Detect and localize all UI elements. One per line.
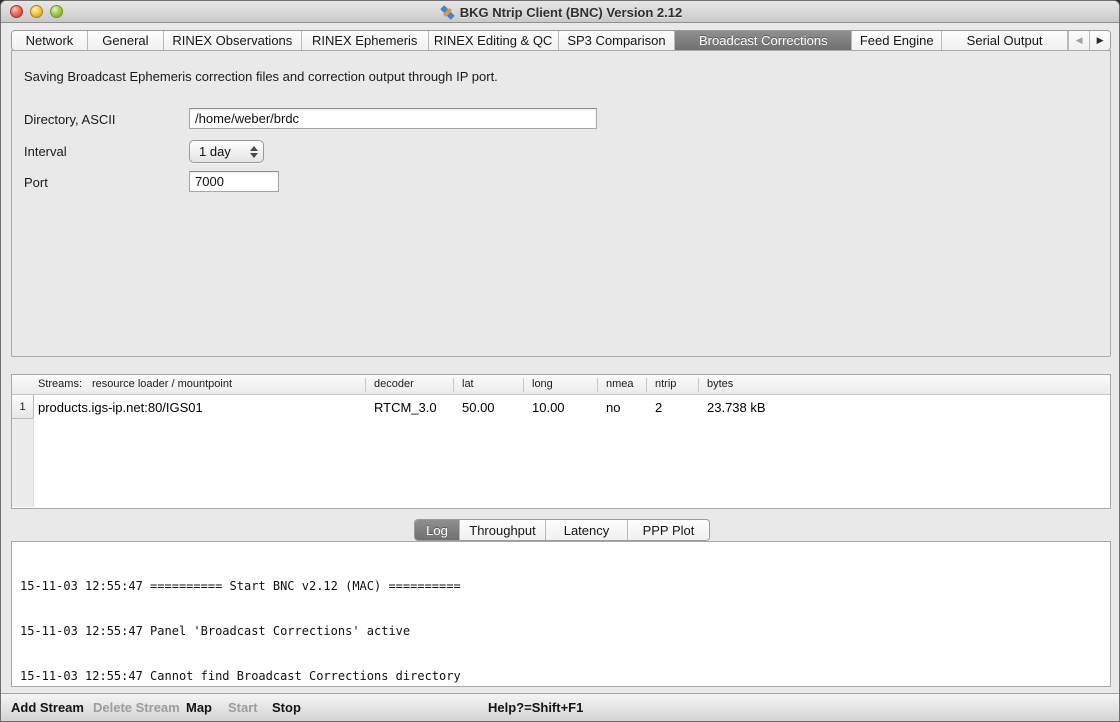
header-lat: lat (462, 378, 474, 390)
header-separator (365, 378, 366, 392)
streams-table: Streams: resource loader / mountpoint de… (11, 374, 1111, 509)
tab-latency[interactable]: Latency (545, 520, 627, 540)
interval-selected-value: 1 day (190, 144, 246, 159)
app-icon (440, 5, 455, 20)
delete-stream-button[interactable]: Delete Stream (93, 694, 180, 721)
tab-network[interactable]: Network (12, 31, 87, 50)
header-bytes: bytes (707, 378, 733, 390)
header-separator (523, 378, 524, 392)
header-ntrip: ntrip (655, 378, 676, 390)
dropdown-stepper-icon (246, 146, 263, 158)
header-long: long (532, 378, 553, 390)
row-number: 1 (12, 395, 34, 419)
header-separator (646, 378, 647, 392)
map-button[interactable]: Map (186, 694, 212, 721)
header-separator (698, 378, 699, 392)
directory-label: Directory, ASCII (24, 112, 116, 127)
streams-table-header: Streams: resource loader / mountpoint de… (12, 375, 1110, 395)
port-input[interactable] (189, 171, 279, 192)
table-row[interactable]: products.igs-ip.net:80/IGS01 RTCM_3.0 50… (12, 395, 1110, 419)
header-streams-label: Streams: (38, 378, 82, 390)
cell-decoder: RTCM_3.0 (374, 400, 437, 415)
tab-rinex-editing-qc[interactable]: RINEX Editing & QC (428, 31, 558, 50)
tab-rinex-observations[interactable]: RINEX Observations (163, 31, 301, 50)
tab-sp3-comparison[interactable]: SP3 Comparison (558, 31, 675, 50)
tab-scroll-left-icon[interactable]: ◀ (1068, 31, 1089, 50)
cell-bytes: 23.738 kB (707, 400, 766, 415)
log-line: 15-11-03 12:55:47 ========== Start BNC v… (20, 579, 1102, 594)
header-decoder: decoder (374, 378, 414, 390)
cell-ntrip: 2 (655, 400, 662, 415)
cell-long: 10.00 (532, 400, 565, 415)
log-tab-bar: Log Throughput Latency PPP Plot (414, 519, 710, 541)
add-stream-button[interactable]: Add Stream (11, 694, 84, 721)
title-wrap: BKG Ntrip Client (BNC) Version 2.12 (1, 1, 1120, 23)
row-header-strip (12, 419, 34, 507)
start-button[interactable]: Start (228, 694, 258, 721)
tab-rinex-ephemeris[interactable]: RINEX Ephemeris (301, 31, 428, 50)
panel-description: Saving Broadcast Ephemeris correction fi… (24, 69, 498, 84)
interval-label: Interval (24, 144, 67, 159)
port-label: Port (24, 175, 48, 190)
help-hint: Help?=Shift+F1 (488, 694, 583, 721)
window-title: BKG Ntrip Client (BNC) Version 2.12 (460, 5, 682, 20)
cell-nmea: no (606, 400, 620, 415)
log-line: 15-11-03 12:55:47 Cannot find Broadcast … (20, 669, 1102, 684)
title-bar[interactable]: BKG Ntrip Client (BNC) Version 2.12 (1, 1, 1120, 23)
log-line: 15-11-03 12:55:47 Panel 'Broadcast Corre… (20, 624, 1102, 639)
header-separator (597, 378, 598, 392)
tab-scroll-right-icon[interactable]: ▶ (1089, 31, 1110, 50)
tab-general[interactable]: General (87, 31, 163, 50)
stop-button[interactable]: Stop (272, 694, 301, 721)
tab-log[interactable]: Log (415, 520, 459, 540)
cell-mountpoint: products.igs-ip.net:80/IGS01 (38, 400, 203, 415)
interval-select[interactable]: 1 day (189, 140, 264, 163)
bottom-toolbar: Add Stream Delete Stream Map Start Stop … (1, 693, 1120, 721)
header-mountpoint: resource loader / mountpoint (92, 378, 232, 390)
tab-throughput[interactable]: Throughput (459, 520, 545, 540)
tab-ppp-plot[interactable]: PPP Plot (627, 520, 709, 540)
app-window: BKG Ntrip Client (BNC) Version 2.12 Netw… (0, 0, 1120, 722)
main-tab-bar: Network General RINEX Observations RINEX… (11, 30, 1111, 51)
header-separator (453, 378, 454, 392)
directory-input[interactable] (189, 108, 597, 129)
header-nmea: nmea (606, 378, 634, 390)
tab-broadcast-corrections[interactable]: Broadcast Corrections (674, 31, 851, 50)
tab-feed-engine[interactable]: Feed Engine (851, 31, 941, 50)
tab-serial-output[interactable]: Serial Output (941, 31, 1067, 50)
log-output[interactable]: 15-11-03 12:55:47 ========== Start BNC v… (11, 541, 1111, 687)
broadcast-corrections-panel: Saving Broadcast Ephemeris correction fi… (11, 50, 1111, 357)
cell-lat: 50.00 (462, 400, 495, 415)
